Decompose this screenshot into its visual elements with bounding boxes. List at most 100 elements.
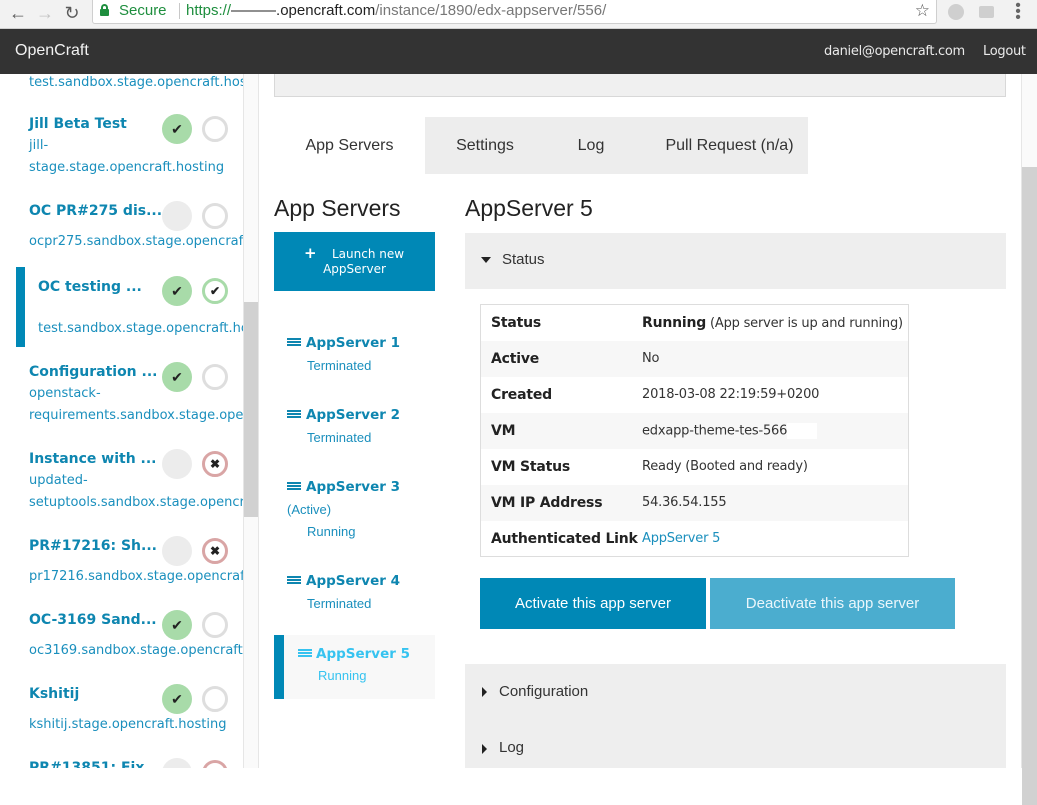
- appserver-title[interactable]: AppServer 5: [316, 646, 410, 662]
- instance-host-line1[interactable]: openstack-: [29, 383, 101, 405]
- server-status-ring: [202, 203, 228, 229]
- tab-pull-request[interactable]: Pull Request (n/a): [637, 117, 822, 174]
- activate-button[interactable]: Activate this app server: [480, 578, 706, 629]
- extension-play-icon[interactable]: [948, 4, 964, 20]
- deactivate-button[interactable]: Deactivate this app server: [710, 578, 955, 629]
- tab-settings[interactable]: Settings: [425, 117, 545, 174]
- selected-indicator: [16, 267, 25, 347]
- url-text[interactable]: https://———.opencraft.com/instance/1890/…: [186, 2, 606, 19]
- lower-accordions: Configuration Log: [465, 664, 1006, 768]
- detail-value: No: [642, 351, 660, 366]
- appserver-title[interactable]: AppServer 4: [306, 573, 400, 589]
- url-path: /instance/1890/edx-appserver/556/: [375, 2, 607, 19]
- appserver-title[interactable]: AppServer 3: [306, 479, 400, 495]
- app-status-badge: ✔: [162, 684, 192, 714]
- bookmark-star-icon[interactable]: ☆: [915, 1, 930, 21]
- server-status-ring: ✔: [202, 278, 228, 304]
- detail-key: VM Status: [491, 459, 571, 475]
- server-status-ring: ✖: [202, 538, 228, 564]
- detail-key: VM IP Address: [491, 495, 603, 511]
- authenticated-link[interactable]: AppServer 5: [642, 531, 720, 546]
- tab-app-servers[interactable]: App Servers: [274, 117, 425, 174]
- launch-appserver-button[interactable]: + Launch new AppServer: [274, 232, 435, 291]
- instance-name[interactable]: Jill Beta Test: [29, 116, 127, 132]
- server-status-ring: [202, 686, 228, 712]
- log-section-label: Log: [499, 739, 525, 756]
- instance-host-line2[interactable]: stage.stage.opencraft.hosting: [29, 157, 224, 179]
- check-icon: ✔: [171, 617, 183, 633]
- instance-host[interactable]: oc3169.sandbox.stage.opencraft.h: [29, 640, 243, 662]
- server-status-ring: [202, 116, 228, 142]
- log-accordion-header[interactable]: Log: [465, 720, 1006, 768]
- configuration-section-label: Configuration: [499, 683, 589, 700]
- appserver-list-item-selected[interactable]: AppServer 5 Running: [274, 635, 435, 699]
- sidebar-scrollbar[interactable]: [243, 74, 259, 768]
- app-status-badge: ✔: [162, 114, 192, 144]
- instance-name[interactable]: PR#17216: Sh...: [29, 538, 157, 554]
- status-accordion-header[interactable]: Status: [465, 233, 1006, 289]
- app-servers-heading: App Servers: [274, 195, 401, 221]
- appserver-active-note: (Active): [287, 502, 332, 517]
- appserver-title[interactable]: AppServer 1: [306, 335, 400, 351]
- instance-host[interactable]: test.sandbox.stage.opencraft.host: [29, 74, 243, 94]
- main-scrollbar-thumb[interactable]: [1022, 167, 1037, 805]
- app-status-badge: ✔: [162, 276, 192, 306]
- instance-host[interactable]: pr17216.sandbox.stage.opencraft: [29, 566, 243, 588]
- tab-log[interactable]: Log: [545, 117, 637, 174]
- instance-host[interactable]: test.sandbox.stage.opencraft.ho: [38, 318, 243, 340]
- forward-arrow-icon[interactable]: →: [35, 3, 55, 23]
- configuration-accordion-header[interactable]: Configuration: [465, 664, 1006, 720]
- top-navbar: OpenCraft daniel@opencraft.com Logout: [0, 29, 1037, 74]
- selected-indicator: [274, 635, 284, 699]
- detail-row-vm-ip: VM IP Address 54.36.54.155: [481, 485, 908, 521]
- detail-key: Status: [491, 315, 542, 331]
- redacted-block: [787, 423, 818, 439]
- sidebar-scrollbar-thumb[interactable]: [244, 302, 258, 517]
- instance-host-line1[interactable]: jill-: [29, 135, 48, 157]
- detail-row-created: Created 2018-03-08 22:19:59+0200: [481, 377, 908, 413]
- instance-host-line2[interactable]: requirements.sandbox.stage.open: [29, 405, 243, 427]
- status-section-label: Status: [502, 251, 545, 268]
- extension-chat-icon[interactable]: [979, 6, 994, 18]
- app-status-badge: [162, 449, 192, 479]
- reload-icon[interactable]: ↻: [62, 3, 82, 23]
- instance-host[interactable]: kshitij.stage.opencraft.hosting: [29, 714, 226, 736]
- instance-host-line2[interactable]: setuptools.sandbox.stage.opencra: [29, 492, 243, 514]
- check-icon: ✔: [171, 283, 183, 299]
- user-email: daniel@opencraft.com: [824, 44, 965, 59]
- instance-name[interactable]: Instance with ...: [29, 451, 157, 467]
- caret-down-icon: [481, 257, 491, 263]
- instance-name[interactable]: OC-3169 Sand...: [29, 612, 157, 628]
- logout-link[interactable]: Logout: [983, 44, 1026, 59]
- server-status-ring: [202, 760, 228, 768]
- appserver-state: Terminated: [307, 596, 372, 611]
- server-status-ring: [202, 612, 228, 638]
- detail-value: Ready (Booted and ready): [642, 459, 808, 474]
- instance-name[interactable]: OC testing ...: [38, 279, 142, 295]
- url-host: ———.opencraft.com: [231, 2, 376, 19]
- browser-menu-icon[interactable]: • • •: [1015, 0, 1021, 26]
- caret-right-icon: [482, 744, 487, 754]
- appserver-title[interactable]: AppServer 2: [306, 407, 400, 423]
- caret-right-icon: [482, 687, 487, 697]
- detail-value: Running (App server is up and running): [642, 315, 903, 331]
- lock-icon: [100, 4, 109, 16]
- instance-host-line1[interactable]: updated-: [29, 470, 88, 492]
- plus-icon: +: [304, 244, 317, 262]
- back-arrow-icon[interactable]: ←: [8, 3, 28, 23]
- instance-name[interactable]: Kshitij: [29, 686, 79, 702]
- address-bar[interactable]: Secure https://———.opencraft.com/instanc…: [92, 0, 937, 24]
- server-icon: [287, 482, 301, 493]
- check-icon: ✔: [171, 691, 183, 707]
- app-status-badge: [162, 201, 192, 231]
- appserver-state: Terminated: [307, 358, 372, 373]
- launch-label-line1: Launch new: [332, 247, 405, 261]
- instance-host[interactable]: ocpr275.sandbox.stage.opencraft: [29, 231, 243, 253]
- instance-name[interactable]: PR#13851: Fix: [29, 760, 144, 768]
- url-scheme: https://: [186, 2, 232, 19]
- instance-name[interactable]: OC PR#275 dis...: [29, 203, 162, 219]
- appserver-details-table: Status Running (App server is up and run…: [480, 304, 909, 557]
- brand-logo[interactable]: OpenCraft: [15, 42, 89, 60]
- main-scrollbar[interactable]: [1021, 74, 1037, 805]
- instance-name[interactable]: Configuration ...: [29, 364, 157, 380]
